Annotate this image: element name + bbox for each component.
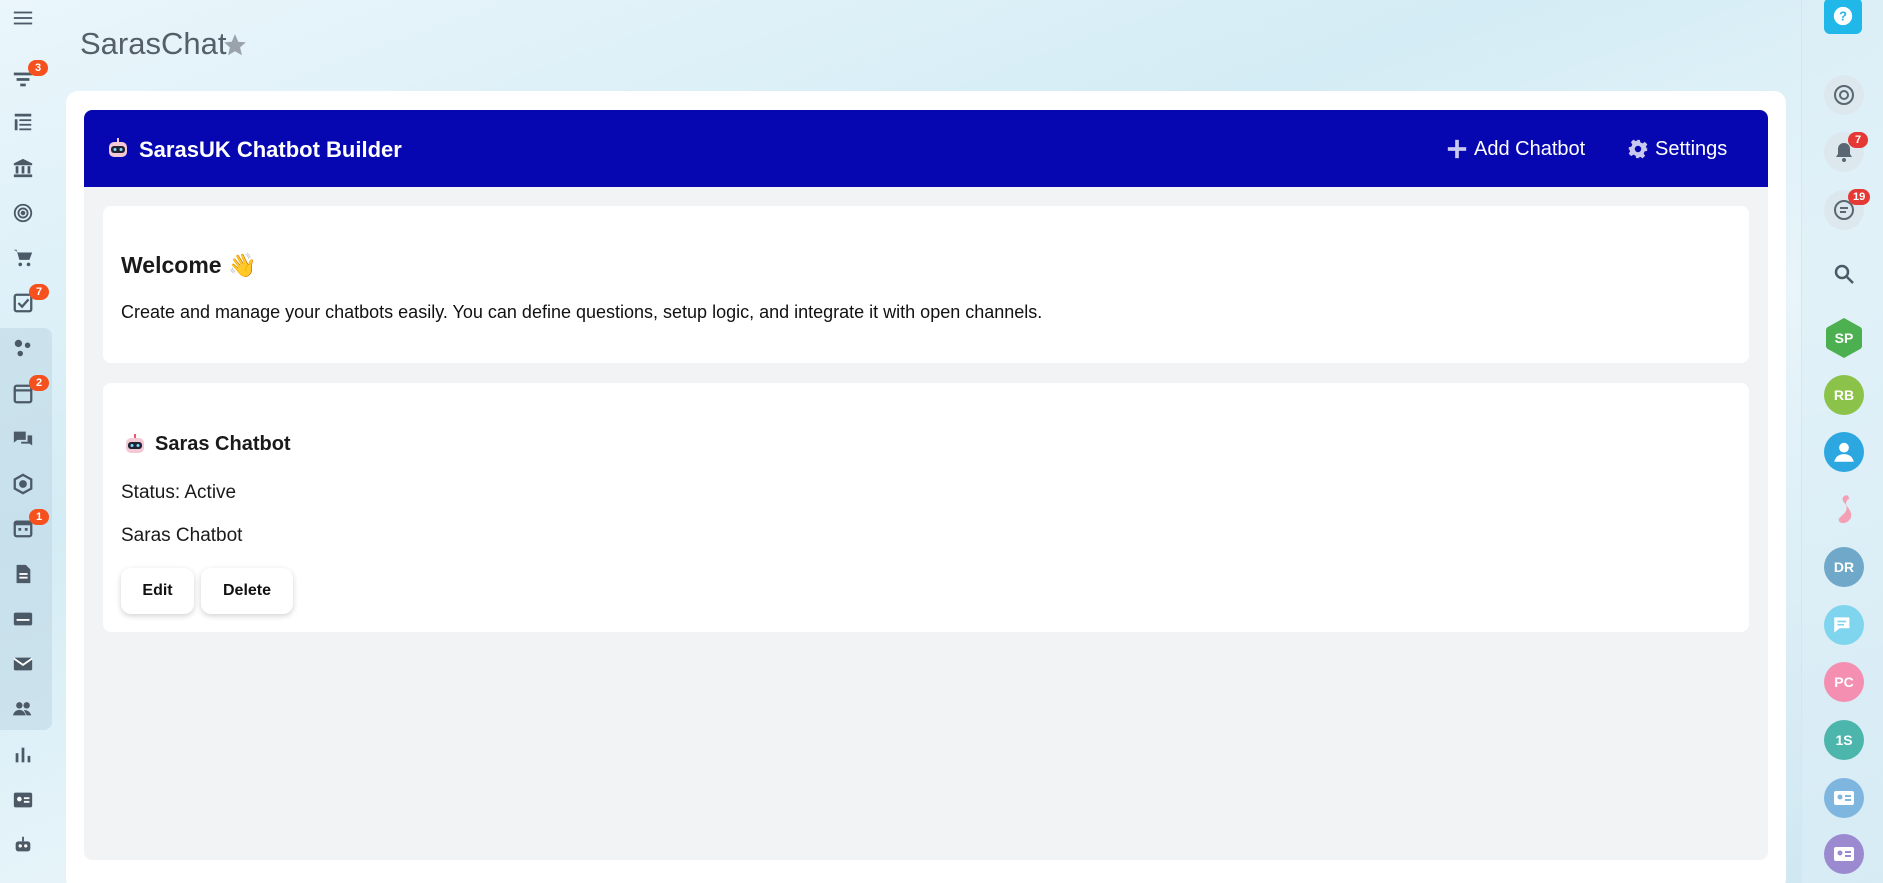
avatar-contact-card-2[interactable] <box>1824 834 1864 874</box>
delete-button[interactable]: Delete <box>201 568 293 614</box>
avatar-rb[interactable]: RB <box>1824 375 1864 415</box>
avatar-sp-initials: SP <box>1834 330 1854 346</box>
tasks-badge: 7 <box>29 284 49 300</box>
filter-badge: 3 <box>28 60 48 76</box>
edit-button[interactable]: Edit <box>121 568 194 614</box>
svg-text:?: ? <box>1839 9 1847 24</box>
robot-icon <box>109 138 127 157</box>
flamingo-icon <box>1838 495 1852 524</box>
chatbot-description: Saras Chatbot <box>121 525 243 546</box>
cart-icon[interactable] <box>10 245 36 271</box>
search-icon <box>1834 264 1854 284</box>
robot-sidebar-icon[interactable] <box>10 832 36 858</box>
feed-badge: 2 <box>29 375 49 391</box>
bank-icon[interactable] <box>10 155 36 181</box>
chats-badge: 19 <box>1848 189 1871 205</box>
builder-title: SarasUK Chatbot Builder <box>139 137 402 162</box>
search-button[interactable] <box>1824 254 1864 294</box>
settings-button[interactable]: Settings <box>1627 132 1727 166</box>
hexagon-icon[interactable] <box>10 471 36 497</box>
gear-icon <box>1628 139 1648 159</box>
chatbot-card: Saras Chatbot Status: Active Saras Chatb… <box>103 383 1749 632</box>
menu-icon[interactable] <box>10 5 36 31</box>
target-icon[interactable] <box>10 200 36 226</box>
avatar-dr[interactable]: DR <box>1824 547 1864 587</box>
avatar-1s[interactable]: 1S <box>1824 720 1864 760</box>
id-card-icon[interactable] <box>10 787 36 813</box>
workflow-icon[interactable] <box>10 335 36 361</box>
user-icon <box>1834 442 1854 462</box>
add-chatbot-label: Add Chatbot <box>1474 137 1586 160</box>
star-icon[interactable] <box>222 32 248 58</box>
settings-label: Settings <box>1655 137 1728 160</box>
chatbot-name: Saras Chatbot <box>155 433 291 455</box>
chatbot-status: Status: Active <box>121 482 237 503</box>
notifications-badge: 7 <box>1848 132 1868 148</box>
help-button[interactable]: ? <box>1824 0 1862 34</box>
add-chatbot-button[interactable]: Add Chatbot <box>1446 132 1585 166</box>
right-sidebar: ? 7 19 SP RB DR PC 1S <box>1801 0 1883 883</box>
document-icon[interactable] <box>10 561 36 587</box>
avatar-flamingo[interactable] <box>1824 488 1864 528</box>
activity-button[interactable] <box>1824 75 1864 115</box>
avatar-dr-initials: DR <box>1833 559 1855 575</box>
avatar-user[interactable] <box>1824 432 1864 472</box>
plus-icon <box>1447 139 1467 159</box>
activity-icon <box>1834 85 1854 105</box>
contact-card-2-icon <box>1834 847 1854 861</box>
chatbot-robot-icon <box>126 434 144 453</box>
avatar-1s-initials: 1S <box>1835 732 1853 748</box>
mail-icon[interactable] <box>10 651 36 677</box>
calendar-badge: 1 <box>29 509 49 525</box>
question-icon: ? <box>1833 6 1853 26</box>
avatar-pc[interactable]: PC <box>1824 662 1864 702</box>
avatar-chat-group[interactable] <box>1824 605 1864 645</box>
group-chat-icon <box>1834 617 1850 633</box>
tasks-list-icon[interactable] <box>10 109 36 135</box>
welcome-panel: Welcome 👋 Create and manage your chatbot… <box>103 206 1749 363</box>
avatar-sp[interactable]: SP <box>1826 318 1862 358</box>
users-icon[interactable] <box>10 696 36 722</box>
left-sidebar: 3 7 2 1 <box>0 0 52 883</box>
chatbot-builder: SarasUK Chatbot Builder Add Chatbot Sett… <box>84 110 1768 860</box>
avatar-rb-initials: RB <box>1833 387 1855 403</box>
inbox-icon[interactable] <box>10 606 36 632</box>
builder-header: SarasUK Chatbot Builder Add Chatbot Sett… <box>84 110 1768 187</box>
page-title: SarasChat <box>80 26 227 61</box>
bar-chart-icon[interactable] <box>10 742 36 768</box>
welcome-heading: Welcome 👋 <box>121 252 257 278</box>
welcome-text: Create and manage your chatbots easily. … <box>121 302 1043 322</box>
avatar-pc-initials: PC <box>1834 674 1854 690</box>
contact-card-icon <box>1834 791 1854 805</box>
chat-bubbles-icon[interactable] <box>10 426 36 452</box>
avatar-contact-card[interactable] <box>1824 778 1864 818</box>
